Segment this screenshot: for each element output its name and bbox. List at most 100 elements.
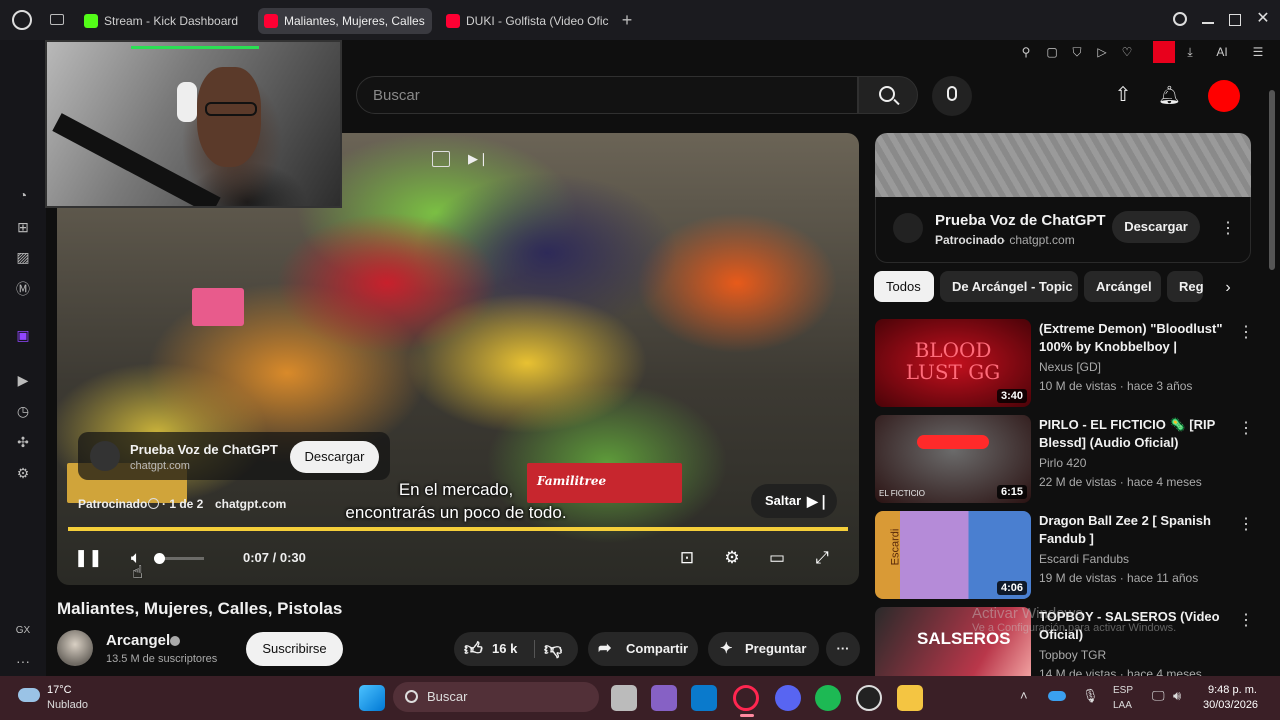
maximize-button[interactable]	[1229, 14, 1241, 26]
share-button[interactable]: ➦ Compartir	[588, 632, 698, 666]
sidebar-ad-banner[interactable]	[875, 133, 1251, 197]
tab-manager-icon[interactable]	[50, 14, 64, 25]
extension-red-icon[interactable]	[1153, 41, 1175, 63]
network-icon[interactable]: 🖵︎	[1152, 688, 1165, 704]
recommendation-channel[interactable]: Nexus [GD]	[1039, 360, 1101, 374]
chip-arcangel-topic[interactable]: De Arcángel - Topic	[940, 271, 1078, 302]
windows-start-icon[interactable]	[359, 685, 385, 711]
discord-icon[interactable]	[775, 685, 801, 711]
tab-duki[interactable]: DUKI - Golfista (Video Ofic	[440, 8, 610, 34]
recommendation-channel[interactable]: Pirlo 420	[1039, 456, 1086, 470]
ad-download-button[interactable]: Descargar	[290, 441, 379, 473]
clock-time[interactable]: 9:48 p. m.	[1208, 684, 1257, 696]
menu-icon[interactable]: ☰	[1250, 44, 1266, 60]
scrollbar-thumb[interactable]	[1269, 90, 1275, 270]
snapshot-icon[interactable]: ▢	[1044, 44, 1060, 60]
miniplayer-icon[interactable]	[432, 151, 450, 167]
extensions-icon[interactable]: ✣	[14, 433, 32, 451]
pin-icon[interactable]: ⚲	[1018, 44, 1034, 60]
upload-icon[interactable]: ⇧	[1113, 84, 1133, 106]
close-window-button[interactable]: ✕	[1254, 10, 1272, 28]
ask-button[interactable]: ✦ Preguntar	[708, 632, 819, 666]
more-actions-button[interactable]: ···	[826, 632, 860, 666]
tray-chevron-icon[interactable]: ˄	[1020, 688, 1028, 703]
opera-logo-icon[interactable]	[12, 10, 32, 30]
ad-progress-bar[interactable]	[68, 527, 848, 531]
recommendation-more-icon[interactable]: ⋮	[1238, 514, 1254, 534]
recommendation-title[interactable]: (Extreme Demon) "Bloodlust" 100% by Knob…	[1039, 320, 1229, 356]
user-avatar[interactable]	[1208, 80, 1240, 112]
history-icon[interactable]: ◷	[14, 402, 32, 420]
voice-search-button[interactable]	[932, 76, 972, 116]
taskbar-search-input[interactable]: Buscar	[393, 682, 599, 712]
visual-studio-icon[interactable]	[651, 685, 677, 711]
sidebar-ad-title[interactable]: Prueba Voz de ChatGPT	[935, 212, 1106, 229]
aria-ai-icon[interactable]: AI	[1207, 44, 1237, 60]
search-input[interactable]: Buscar	[356, 76, 858, 114]
chevron-right-icon[interactable]: ›	[1220, 280, 1236, 296]
search-button[interactable]	[858, 76, 918, 114]
channel-avatar[interactable]	[57, 630, 93, 666]
minimize-button[interactable]	[1202, 22, 1214, 24]
play-next-icon[interactable]: ▶❘	[468, 150, 489, 168]
heart-icon[interactable]: ♡	[1119, 44, 1135, 60]
gx-control-icon[interactable]: GX	[14, 622, 32, 640]
obs-icon[interactable]	[856, 685, 882, 711]
speed-dial-icon[interactable]: ◔	[14, 186, 32, 204]
notifications-bell-icon[interactable]: 🔔︎	[1158, 84, 1181, 106]
recommendation-title[interactable]: PIRLO - EL FICTICIO 🦠 [RIP Blessd] (Audi…	[1039, 416, 1229, 452]
volume-slider[interactable]	[154, 553, 204, 564]
weather-temperature[interactable]: 17°C	[47, 684, 72, 696]
theater-mode-icon[interactable]: ▭	[764, 545, 790, 571]
chip-arcangel[interactable]: Arcángel	[1084, 271, 1161, 302]
recommendation-title[interactable]: Dragon Ball Zee 2 [ Spanish Fandub ]	[1039, 512, 1229, 548]
spotify-icon[interactable]	[815, 685, 841, 711]
weather-cloud-icon[interactable]	[18, 688, 40, 702]
player-icon[interactable]: ▷	[1094, 44, 1110, 60]
tab-kick-dashboard[interactable]: Stream - Kick Dashboard	[78, 8, 248, 34]
onedrive-icon[interactable]	[1048, 691, 1066, 701]
mic-tray-icon[interactable]: 🎙︎	[1082, 688, 1099, 704]
pinboard-icon[interactable]: ▨	[14, 248, 32, 266]
vscode-icon[interactable]	[691, 685, 717, 711]
video-thumbnail[interactable]: Escardi 4:06	[875, 511, 1031, 599]
language-code[interactable]: ESP	[1113, 685, 1133, 696]
pause-icon[interactable]: ❚❚	[74, 545, 103, 571]
video-thumbnail[interactable]: EL FICTICIO 6:15	[875, 415, 1031, 503]
sidebar-ad-more-icon[interactable]: ⋮	[1220, 218, 1236, 238]
messenger-icon[interactable]: Ⓜ	[14, 280, 32, 298]
settings-gear-icon[interactable]: ⚙	[719, 545, 745, 571]
new-tab-button[interactable]: +	[618, 10, 636, 30]
sidebar-ad-download-button[interactable]: Descargar	[1112, 211, 1200, 243]
tab-youtube-current[interactable]: Maliantes, Mujeres, Calles	[258, 8, 432, 34]
recommendation-channel[interactable]: Escardi Fandubs	[1039, 552, 1129, 566]
fullscreen-icon[interactable]: ⤢	[809, 545, 835, 571]
shield-icon[interactable]: ⛉	[1069, 44, 1085, 60]
recommendation-more-icon[interactable]: ⋮	[1238, 322, 1254, 342]
opera-gx-icon[interactable]	[733, 685, 759, 711]
like-icon[interactable]: 👍︎	[464, 632, 483, 666]
recommendation-more-icon[interactable]: ⋮	[1238, 418, 1254, 438]
twitch-icon[interactable]: ▣	[14, 326, 32, 344]
download-icon[interactable]: ⤓	[1182, 44, 1198, 60]
recommendation-more-icon[interactable]: ⋮	[1238, 610, 1254, 630]
video-thumbnail[interactable]: BLOOD LUST GG 3:40	[875, 319, 1031, 407]
chip-reggaeton[interactable]: Reg	[1167, 271, 1203, 302]
channel-name[interactable]: Arcangel	[106, 632, 170, 649]
settings-icon[interactable]: ⚙	[14, 464, 32, 482]
subscribe-button[interactable]: Suscribirse	[246, 632, 343, 666]
folder-icon[interactable]	[897, 685, 923, 711]
page-scrollbar[interactable]	[1268, 70, 1276, 670]
like-count[interactable]: 16 k	[492, 632, 517, 666]
ad-link[interactable]: chatgpt.com	[215, 497, 286, 511]
recommendation-channel[interactable]: Topboy TGR	[1039, 648, 1106, 662]
info-icon[interactable]	[148, 498, 159, 509]
chip-all[interactable]: Todos	[874, 271, 934, 302]
volume-tray-icon[interactable]: 🔊︎	[1173, 688, 1181, 704]
skip-ad-button[interactable]: Saltar ▶❘	[751, 484, 837, 518]
subtitles-icon[interactable]: ⊡	[674, 545, 700, 571]
player-sidebar-icon[interactable]: ▶	[14, 371, 32, 389]
file-explorer-alt-icon[interactable]	[611, 685, 637, 711]
bag-icon[interactable]: ⊞	[14, 218, 32, 236]
sidebar-more-icon[interactable]: ···	[14, 652, 32, 670]
